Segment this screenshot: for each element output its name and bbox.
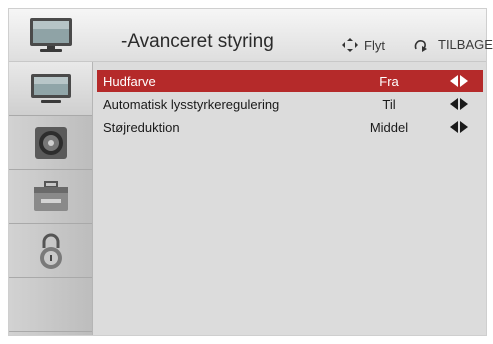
sidebar-item-empty bbox=[9, 278, 92, 332]
row-label: Hudfarve bbox=[103, 73, 156, 89]
menu-header: -Avanceret styring Flyt TILBAGE bbox=[9, 9, 493, 62]
back-return-icon bbox=[414, 39, 427, 52]
menu-row-hudfarve[interactable]: Hudfarve Fra bbox=[97, 70, 483, 92]
back-hint[interactable]: TILBAGE bbox=[413, 37, 493, 52]
left-right-arrows-icon[interactable] bbox=[450, 98, 468, 110]
sidebar-item-sound[interactable] bbox=[9, 116, 92, 170]
sidebar-item-lock[interactable] bbox=[9, 224, 92, 278]
navigate-arrows-icon bbox=[342, 38, 358, 52]
back-hint-label: TILBAGE bbox=[438, 37, 493, 52]
row-value: Middel bbox=[369, 119, 409, 135]
menu-row-noise-reduction[interactable]: Støjreduktion Middel bbox=[97, 116, 483, 138]
category-sidebar bbox=[9, 62, 93, 335]
lock-icon bbox=[39, 233, 62, 269]
menu-row-auto-brightness[interactable]: Automatisk lysstyrkeregulering Til bbox=[97, 93, 483, 115]
page-title: -Avanceret styring bbox=[121, 31, 274, 52]
row-label: Støjreduktion bbox=[103, 119, 180, 135]
row-label: Automatisk lysstyrkeregulering bbox=[103, 96, 280, 112]
picture-icon bbox=[30, 73, 71, 103]
osd-frame: -Avanceret styring Flyt TILBAGE Hudfarve… bbox=[8, 8, 493, 336]
row-value: Til bbox=[382, 96, 396, 112]
move-hint: Flyt bbox=[341, 37, 385, 53]
row-value: Fra bbox=[379, 73, 399, 89]
left-right-arrows-icon[interactable] bbox=[450, 121, 468, 133]
sidebar-item-setup[interactable] bbox=[9, 170, 92, 224]
menu-content: Hudfarve Fra Automatisk lysstyrkereguler… bbox=[93, 62, 486, 335]
left-right-arrows-icon[interactable] bbox=[450, 75, 468, 87]
move-hint-label: Flyt bbox=[364, 37, 385, 53]
toolbox-icon bbox=[33, 180, 68, 211]
tv-icon bbox=[30, 18, 72, 52]
sidebar-item-picture[interactable] bbox=[9, 62, 92, 116]
speaker-icon bbox=[34, 126, 67, 159]
